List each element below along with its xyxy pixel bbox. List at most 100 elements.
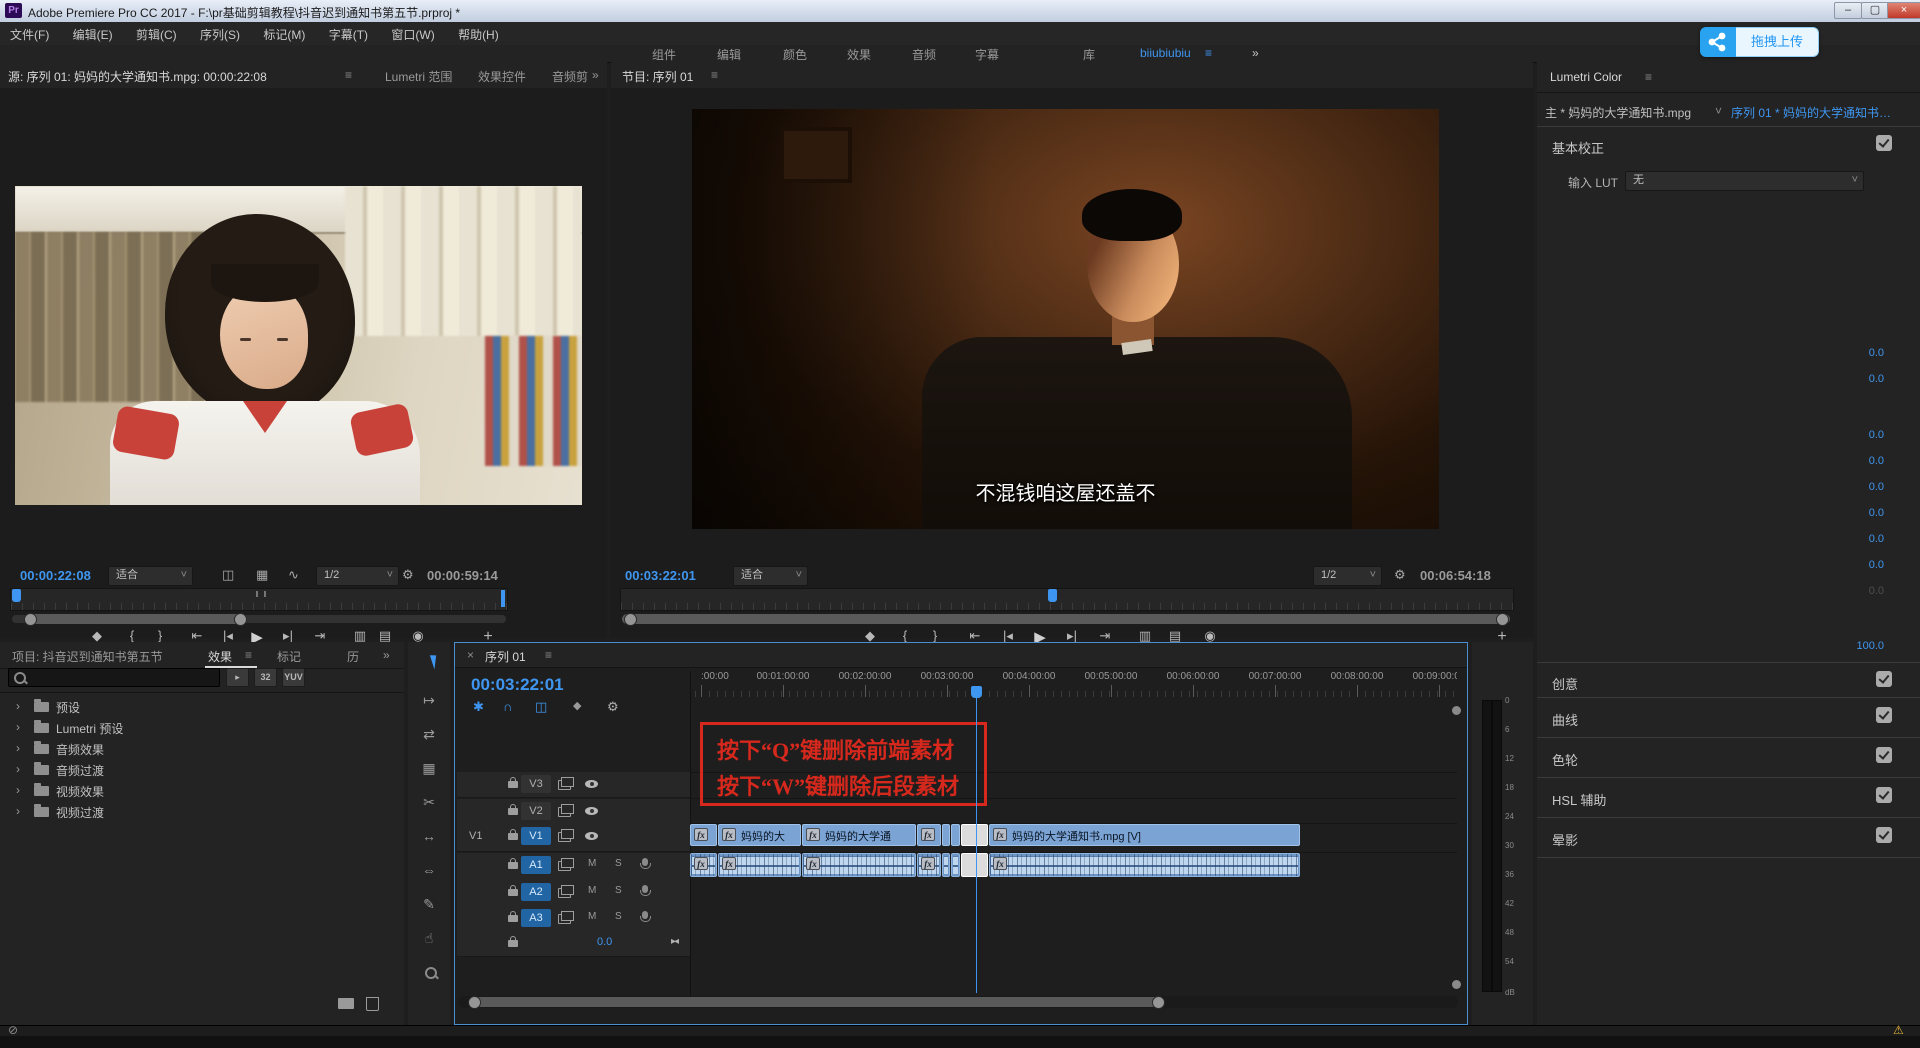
lock-icon[interactable] (508, 940, 518, 947)
zoom-handle-right[interactable] (234, 613, 247, 626)
sync-lock-icon[interactable] (558, 832, 571, 842)
vscroll-handle-bottom[interactable] (1452, 980, 1461, 989)
shadows-value[interactable]: 0.0 (1834, 507, 1884, 519)
creative-cloud-sync-icon[interactable]: ⊘ (8, 1023, 18, 1037)
timeline-clip-video[interactable]: fx妈妈的大学通 (802, 824, 916, 846)
program-fit-dropdown[interactable]: 适合 ˅ (733, 566, 808, 586)
curves-checkbox[interactable] (1876, 707, 1892, 723)
eye-toggle-icon[interactable] (585, 807, 598, 815)
tab-audio-mixer[interactable]: 音频剪 (552, 68, 588, 85)
workspace-tab-editing[interactable]: 编辑 (717, 46, 741, 63)
section-creative[interactable]: 创意 (1552, 674, 1578, 693)
disclosure-icon[interactable]: › (16, 804, 20, 818)
scroll-handle-right[interactable] (1152, 996, 1165, 1009)
track-a3-label[interactable]: A3 (521, 909, 551, 927)
drag-audio-icon[interactable]: ∿ (288, 567, 299, 583)
tab-markers[interactable]: 标记 (277, 648, 301, 665)
tab-source[interactable]: 源: 序列 01: 妈妈的大学通知书.mpg: 00:00:22:08 (8, 68, 267, 85)
voiceover-mic-icon[interactable] (642, 911, 648, 919)
workspace-tab-effects[interactable]: 效果 (847, 46, 871, 63)
close-button[interactable]: × (1887, 2, 1920, 19)
snap-magnet-icon[interactable]: ∩ (503, 699, 512, 714)
vscroll-handle-top[interactable] (1452, 706, 1461, 715)
program-playhead[interactable] (1048, 589, 1057, 602)
effects-bin-audio-transitions[interactable]: › 音频过渡 (0, 760, 404, 780)
workspace-tab-color[interactable]: 颜色 (783, 46, 807, 63)
section-curves[interactable]: 曲线 (1552, 710, 1578, 729)
lumetri-master-clip-label[interactable]: 主 * 妈妈的大学通知书.mpg (1545, 104, 1691, 121)
timeline-clip-video[interactable]: fx妈妈的大学通知书.mpg [V] (989, 824, 1300, 846)
tint-value[interactable]: 0.0 (1834, 373, 1884, 385)
effects-bin-presets[interactable]: › 预设 (0, 697, 404, 717)
lock-icon[interactable] (508, 862, 518, 869)
source-resolution-dropdown[interactable]: 1/2 ˅ (316, 566, 399, 586)
program-resolution-dropdown[interactable]: 1/2 ˅ (1313, 566, 1382, 586)
voiceover-mic-icon[interactable] (642, 858, 648, 866)
trash-icon[interactable] (366, 997, 379, 1011)
eye-toggle-icon[interactable] (585, 780, 598, 788)
sync-lock-icon[interactable] (558, 914, 571, 924)
tab-project[interactable]: 项目: 抖音迟到通知书第五节 (12, 648, 163, 665)
timeline-clip-video-sliver[interactable] (951, 824, 960, 846)
lumetri-panel-menu-icon[interactable]: ≡ (1645, 70, 1652, 84)
scrubber-grip[interactable] (256, 591, 266, 597)
effects-search-input[interactable] (8, 668, 220, 687)
timeline-clip-audio[interactable]: fx (718, 853, 801, 877)
menu-clip[interactable]: 剪辑(C) (126, 22, 187, 47)
tool-rate-stretch[interactable]: ▦ (416, 756, 442, 780)
tab-sequence-01[interactable]: 序列 01 (485, 648, 526, 665)
basic-correction-checkbox[interactable] (1876, 135, 1892, 151)
hdr-highlight-value[interactable]: 0.0 (1834, 585, 1884, 597)
netdisk-upload-button[interactable]: 拖拽上传 (1700, 27, 1820, 57)
lumetri-sequence-clip-link[interactable]: 序列 01 * 妈妈的大学通知书… (1731, 104, 1917, 121)
workspace-tab-library[interactable]: 库 (1083, 46, 1095, 63)
disclosure-icon[interactable]: › (16, 741, 20, 755)
mark-in-icon[interactable]: { (892, 628, 918, 643)
input-lut-dropdown[interactable]: 无 ˅ (1625, 171, 1864, 191)
mute-button[interactable]: M (588, 858, 596, 869)
menu-marker[interactable]: 标记(M) (253, 22, 315, 47)
track-v3-label[interactable]: V3 (521, 775, 551, 793)
color-wheels-checkbox[interactable] (1876, 747, 1892, 763)
tool-zoom[interactable] (416, 960, 442, 984)
menu-edit[interactable]: 编辑(E) (63, 22, 123, 47)
effects-bin-video-effects[interactable]: › 视频效果 (0, 781, 404, 801)
source-fit-dropdown[interactable]: 适合 ˅ (108, 566, 193, 586)
timeline-clip-video[interactable]: fx (690, 824, 717, 846)
section-color-wheels[interactable]: 色轮 (1552, 750, 1578, 769)
disclosure-icon[interactable]: › (16, 699, 20, 713)
lock-icon[interactable] (508, 781, 518, 788)
tool-slip[interactable]: ↔ (416, 824, 442, 848)
source-settings-icon[interactable]: ⚙ (402, 567, 414, 583)
source-panel-menu-icon[interactable]: ≡ (345, 68, 352, 82)
sync-lock-icon[interactable] (558, 807, 571, 817)
timeline-clip-audio[interactable]: fx (917, 853, 941, 877)
add-marker-icon[interactable]: ◆ (573, 699, 581, 712)
timeline-clip-audio-sliver[interactable] (951, 853, 960, 877)
workspace-tab-audio[interactable]: 音频 (912, 46, 936, 63)
effects-bin-video-transitions[interactable]: › 视频过渡 (0, 802, 404, 822)
disclosure-icon[interactable]: › (16, 762, 20, 776)
source-scrubber[interactable] (10, 588, 508, 611)
lock-icon[interactable] (508, 833, 518, 840)
section-hsl-secondary[interactable]: HSL 辅助 (1552, 790, 1606, 809)
sync-lock-icon[interactable] (558, 888, 571, 898)
mark-out-icon[interactable]: } (922, 628, 948, 643)
zoom-handle-left[interactable] (624, 613, 637, 626)
zoom-handle-left[interactable] (24, 613, 37, 626)
workspace-tab-titles[interactable]: 字幕 (975, 46, 999, 63)
solo-button[interactable]: S (615, 858, 622, 869)
fit-clip-icon[interactable]: ▸◂ (671, 936, 677, 947)
contrast-value[interactable]: 0.0 (1834, 455, 1884, 467)
saturation-value[interactable]: 100.0 (1834, 640, 1884, 652)
timeline-clip-audio[interactable]: fx (802, 853, 916, 877)
whites-value[interactable]: 0.0 (1834, 533, 1884, 545)
menu-title[interactable]: 字幕(T) (319, 22, 378, 47)
disclosure-icon[interactable]: › (16, 720, 20, 734)
nest-insert-icon[interactable]: ✱ (473, 699, 484, 715)
tab-lumetri-scopes[interactable]: Lumetri 范围 (385, 68, 452, 85)
warning-icon[interactable]: ⚠ (1893, 1023, 1904, 1037)
section-basic-correction[interactable]: 基本校正 (1552, 138, 1604, 157)
program-settings-icon[interactable]: ⚙ (1394, 567, 1406, 583)
chevron-down-icon[interactable]: ˅ (1715, 104, 1722, 118)
